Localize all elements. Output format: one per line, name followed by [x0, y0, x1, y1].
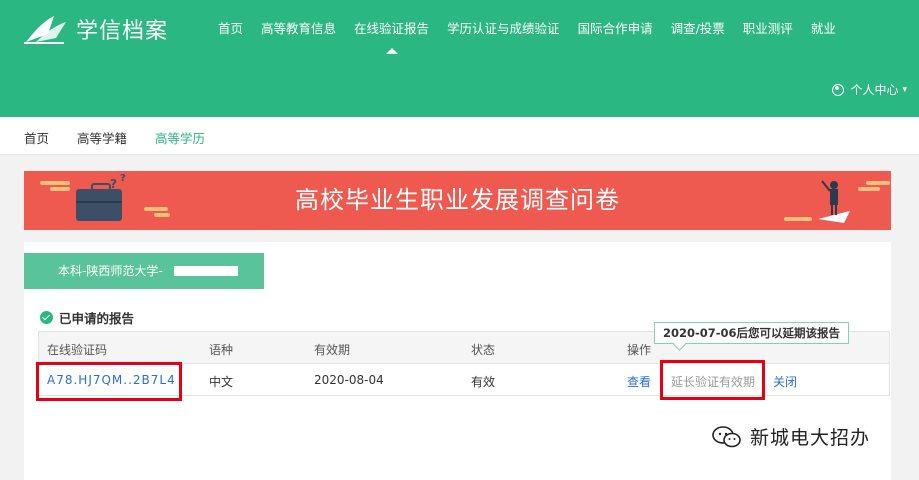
nav-certification[interactable]: 学历认证与成绩验证 — [447, 18, 560, 37]
highlight-box-code — [36, 362, 182, 401]
book-logo-icon — [24, 16, 66, 44]
user-center-label: 个人中心 — [850, 83, 899, 97]
watermark-text: 新城电大招办 — [750, 427, 871, 449]
section-title-text: 已申请的报告 — [59, 311, 135, 326]
nav-online-report[interactable]: 在线验证报告 — [354, 18, 429, 54]
subnav-student-status[interactable]: 高等学籍 — [77, 128, 127, 147]
view-link[interactable]: 查看 — [627, 373, 651, 390]
header-expiry: 有效期 — [314, 343, 351, 357]
user-center-menu[interactable]: 个人中心 ▾ — [832, 81, 907, 98]
cell-language: 中文 — [209, 375, 234, 389]
wechat-icon — [712, 425, 741, 447]
wechat-watermark: 新城电大招办 — [712, 423, 870, 450]
nav-international[interactable]: 国际合作申请 — [578, 18, 653, 37]
section-title: 已申请的报告 — [40, 308, 134, 327]
subnav-home[interactable]: 首页 — [24, 128, 49, 147]
nav-home[interactable]: 首页 — [218, 18, 243, 37]
main-nav: 首页 高等教育信息 在线验证报告 学历认证与成绩验证 国际合作申请 调查/投票 … — [218, 18, 854, 54]
survey-banner[interactable]: ? ? 高校毕业生职业发展调查问卷 — [24, 171, 891, 230]
degree-tab-label: 本科-陕西师范大学- — [58, 264, 163, 278]
logo-text: 学信档案 — [76, 19, 169, 44]
nav-employment[interactable]: 就业 — [811, 18, 836, 37]
caret-down-icon: ▾ — [902, 84, 907, 95]
banner-title: 高校毕业生职业发展调查问卷 — [295, 186, 620, 214]
header-code: 在线验证码 — [47, 343, 108, 357]
degree-tab[interactable]: 本科-陕西师范大学- — [24, 253, 264, 289]
cell-expiry: 2020-08-04 — [314, 373, 384, 387]
check-circle-icon — [40, 311, 53, 324]
redaction-block — [174, 266, 238, 276]
cell-status: 有效 — [471, 375, 496, 389]
top-header: 学信档案 首页 高等教育信息 在线验证报告 学历认证与成绩验证 国际合作申请 调… — [0, 0, 919, 117]
close-link[interactable]: 关闭 — [773, 373, 797, 390]
highlight-box-extend — [660, 360, 765, 400]
nav-survey[interactable]: 调查/投票 — [671, 18, 725, 37]
nav-career-test[interactable]: 职业测评 — [743, 18, 793, 37]
header-actions: 操作 — [627, 343, 652, 357]
header-status: 状态 — [471, 343, 496, 357]
header-language: 语种 — [209, 343, 234, 357]
subnav-degree[interactable]: 高等学历 — [155, 128, 205, 147]
logo[interactable]: 学信档案 — [24, 12, 168, 46]
sub-nav: 首页 高等学籍 高等学历 — [0, 117, 919, 155]
user-icon — [832, 83, 845, 96]
extend-tooltip: 2020-07-06后您可以延期该报告 — [654, 322, 850, 344]
nav-higher-education[interactable]: 高等教育信息 — [261, 18, 336, 37]
